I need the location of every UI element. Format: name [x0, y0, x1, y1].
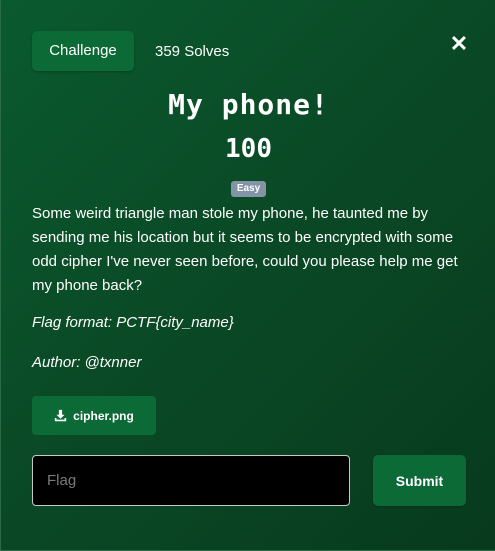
challenge-title: My phone!	[168, 88, 329, 121]
difficulty-badge: Easy	[231, 181, 266, 197]
flag-format: Flag format: PCTF{city_name}	[32, 314, 234, 331]
download-icon	[54, 409, 67, 422]
flag-input[interactable]	[32, 455, 350, 506]
tab-challenge[interactable]: Challenge	[32, 31, 134, 71]
close-icon[interactable]: ✕	[449, 33, 469, 55]
challenge-author: Author: @txnner	[32, 354, 142, 371]
solves-count[interactable]: 359 Solves	[155, 43, 229, 60]
challenge-points: 100	[225, 134, 272, 164]
download-file-label: cipher.png	[73, 408, 134, 423]
challenge-modal: Challenge 359 Solves ✕ My phone! 100 Eas…	[0, 0, 495, 551]
challenge-description: Some weird triangle man stole my phone, …	[32, 205, 458, 294]
submit-button[interactable]: Submit	[373, 455, 466, 506]
download-file-button[interactable]: cipher.png	[32, 396, 156, 435]
